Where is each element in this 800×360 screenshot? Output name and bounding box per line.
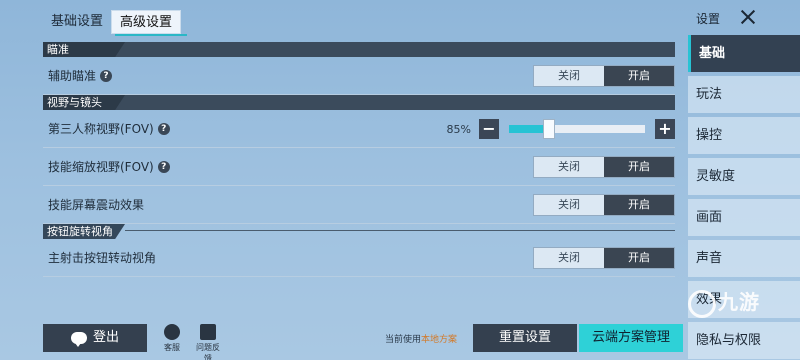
current-plan-text: 当前使用本地方案	[385, 332, 457, 345]
row-skill-screen-shake: 技能屏幕震动效果 关闭 开启	[43, 186, 675, 224]
row-fire-button-rotate: 主射击按钮转动视角 关闭 开启	[43, 239, 675, 277]
current-plan-name: 本地方案	[421, 335, 458, 345]
section-button-rotate: 按钮旋转视角	[43, 224, 675, 239]
fov-slider-control: 85% − +	[447, 118, 675, 140]
cloud-plan-button[interactable]: 云端方案管理	[579, 324, 683, 352]
row-label: 主射击按钮转动视角	[48, 251, 157, 265]
wechat-icon	[70, 332, 87, 347]
tab-advanced-settings[interactable]: 高级设置	[111, 10, 182, 34]
nav-item-sound[interactable]: 声音	[688, 240, 800, 277]
nav-item-privacy[interactable]: 隐私与权限	[688, 322, 800, 359]
feedback-label: 问题反馈	[196, 343, 220, 360]
help-icon[interactable]: ?	[100, 69, 113, 82]
fov-increase-button[interactable]: +	[655, 119, 675, 139]
toggle-on-option[interactable]: 开启	[604, 248, 674, 268]
row-label: 技能屏幕震动效果	[48, 198, 145, 212]
assist-aim-toggle: 关闭 开启	[533, 65, 675, 87]
tab-basic-settings[interactable]: 基础设置	[43, 10, 111, 34]
fov-slider-track[interactable]	[509, 119, 645, 139]
section-aim: 瞄准	[43, 42, 675, 57]
logout-label: 登出	[92, 330, 119, 345]
toggle-off-option[interactable]: 关闭	[534, 248, 604, 268]
row-label: 技能缩放视野(FOV)	[48, 160, 154, 174]
row-assist-aim: 辅助瞄准 ? 关闭 开启	[43, 57, 675, 95]
fov-slider-fill	[509, 125, 546, 133]
toggle-off-option[interactable]: 关闭	[534, 157, 604, 177]
skill-shake-toggle: 关闭 开启	[533, 194, 675, 216]
section-title: 瞄准	[47, 43, 69, 56]
toggle-on-option[interactable]: 开启	[604, 66, 674, 86]
close-icon[interactable]	[739, 8, 757, 26]
current-plan-prefix: 当前使用	[385, 335, 422, 345]
bottom-bar: 登出 客服 问题反馈 当前使用本地方案 重置设置 云端方案管理	[43, 324, 683, 360]
toggle-on-option[interactable]: 开启	[604, 157, 674, 177]
row-label: 第三人称视野(FOV)	[48, 122, 154, 136]
help-icon[interactable]: ?	[157, 160, 170, 173]
section-title: 视野与镜头	[47, 96, 102, 109]
watermark-icon	[688, 289, 716, 318]
toggle-off-option[interactable]: 关闭	[534, 195, 604, 215]
settings-title: 设置	[696, 12, 721, 26]
feedback-button[interactable]: 问题反馈	[193, 324, 223, 360]
nav-item-basic[interactable]: 基础	[688, 35, 800, 72]
toggle-off-option[interactable]: 关闭	[534, 66, 604, 86]
settings-tabs: 基础设置 高级设置	[43, 10, 182, 34]
customer-service-label: 客服	[164, 343, 180, 352]
nav-item-controls[interactable]: 操控	[688, 117, 800, 154]
nav-item-graphics[interactable]: 画面	[688, 199, 800, 236]
watermark-text: 九游	[718, 290, 760, 314]
active-tab-indicator	[115, 34, 187, 36]
nav-item-gameplay[interactable]: 玩法	[688, 76, 800, 113]
reset-settings-button[interactable]: 重置设置	[473, 324, 577, 352]
row-label: 辅助瞄准	[48, 69, 97, 83]
watermark-logo: 九游	[688, 286, 760, 318]
skill-zoom-fov-toggle: 关闭 开启	[533, 156, 675, 178]
fov-decrease-button[interactable]: −	[479, 119, 499, 139]
section-view-camera: 视野与镜头	[43, 95, 675, 110]
customer-service-icon	[164, 324, 180, 340]
fov-percent: 85%	[446, 122, 471, 136]
logout-button[interactable]: 登出	[43, 324, 147, 352]
help-icon[interactable]: ?	[157, 122, 170, 135]
settings-content: 瞄准 辅助瞄准 ? 关闭 开启 视野与镜头 第三人称视野(FOV) ? 85% …	[43, 42, 675, 277]
row-skill-zoom-fov: 技能缩放视野(FOV) ? 关闭 开启	[43, 148, 675, 186]
toggle-on-option[interactable]: 开启	[604, 195, 674, 215]
nav-item-sensitivity[interactable]: 灵敏度	[688, 158, 800, 195]
fov-slider-thumb[interactable]	[543, 119, 555, 139]
fire-rotate-toggle: 关闭 开启	[533, 247, 675, 269]
row-third-person-fov: 第三人称视野(FOV) ? 85% − +	[43, 110, 675, 148]
section-title: 按钮旋转视角	[47, 225, 113, 238]
customer-service-button[interactable]: 客服	[157, 324, 187, 353]
feedback-icon	[200, 324, 216, 340]
